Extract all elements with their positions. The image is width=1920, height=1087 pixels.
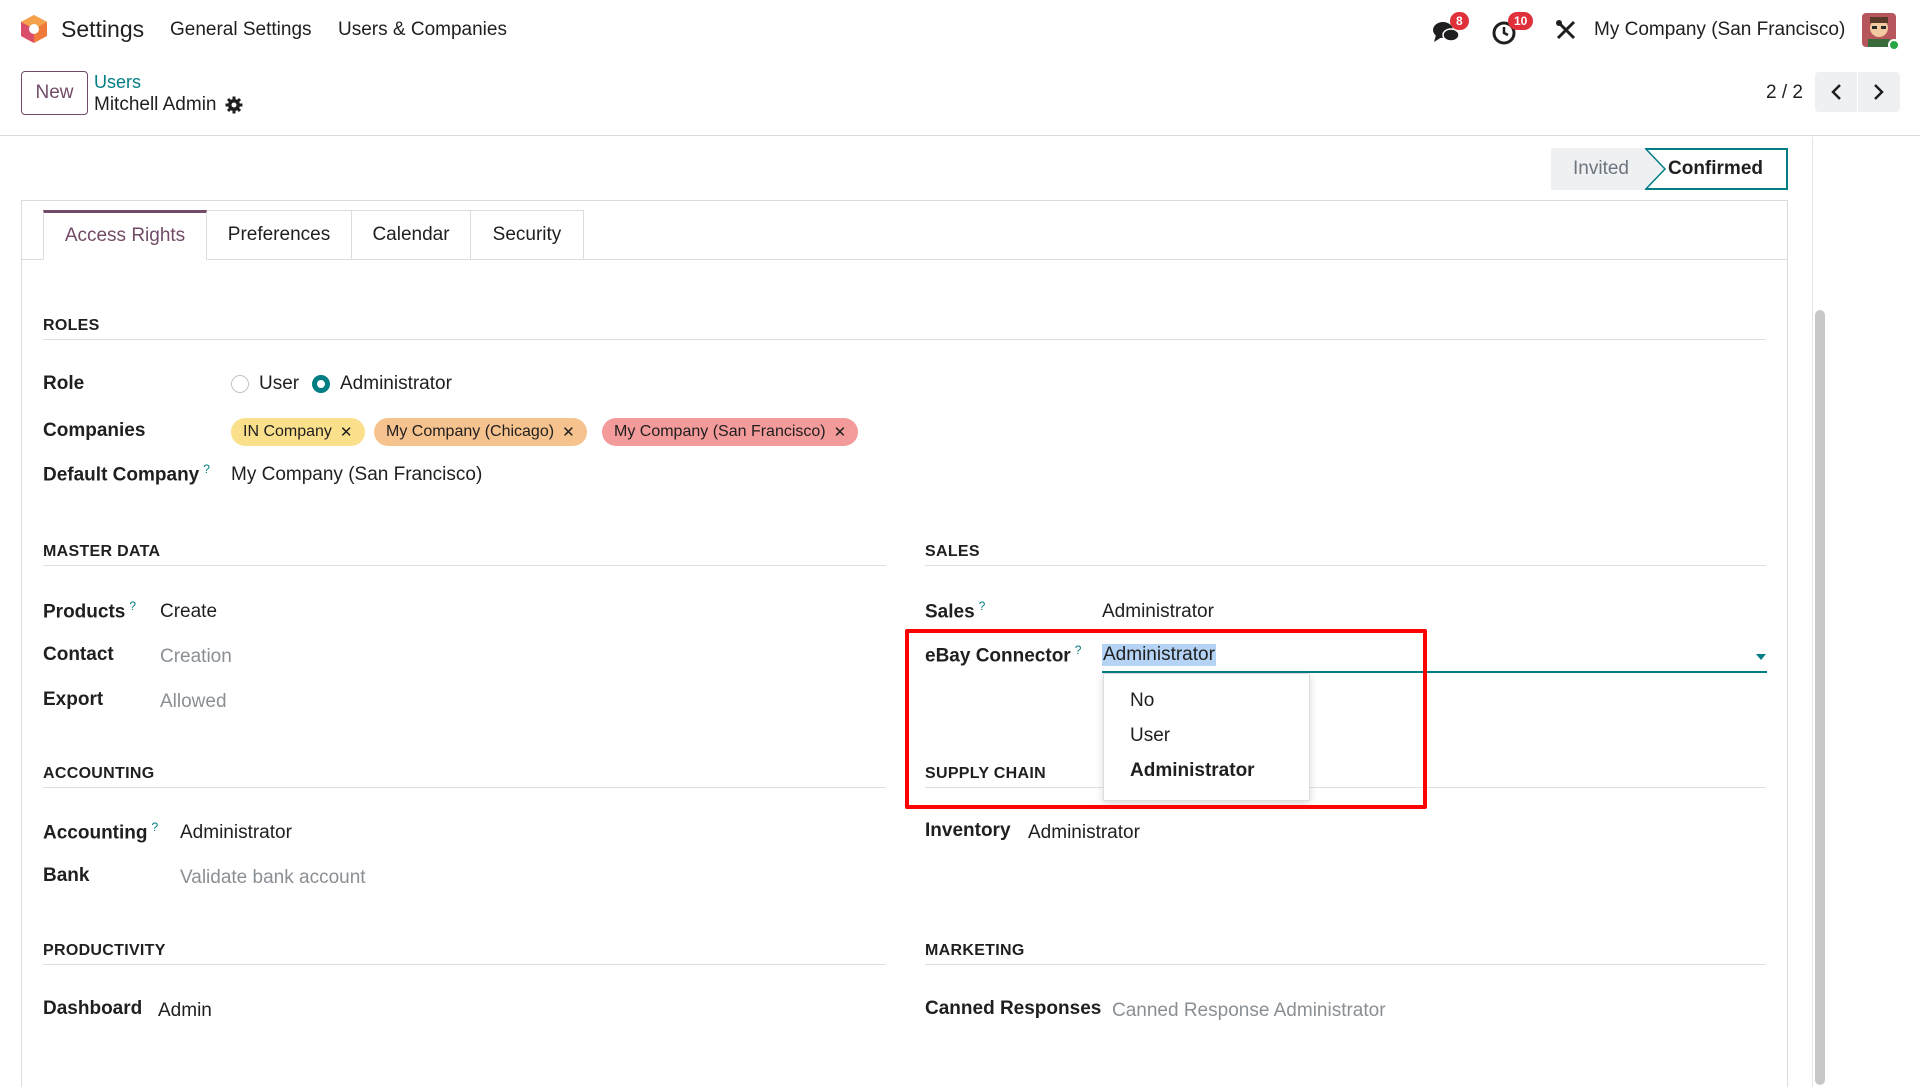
tab-calendar[interactable]: Calendar <box>352 210 471 260</box>
control-panel: New Users Mitchell Admin 2 / 2 <box>0 60 1920 136</box>
tab-preferences[interactable]: Preferences <box>207 210 352 260</box>
section-divider <box>43 339 1766 340</box>
remove-tag-icon[interactable]: ✕ <box>562 423 575 441</box>
status-invited[interactable]: Invited <box>1551 148 1651 190</box>
canned-responses-label: Canned Responses <box>925 998 1102 1019</box>
canned-responses-value[interactable]: Canned Response Administrator <box>1112 1000 1386 1022</box>
role-administrator-radio[interactable] <box>312 375 330 393</box>
company-tag-in: IN Company ✕ <box>231 418 365 446</box>
section-divider <box>43 787 886 788</box>
section-marketing: MARKETING <box>925 942 1025 959</box>
pager-value[interactable]: 2 / 2 <box>1766 82 1803 104</box>
odoo-logo-icon[interactable] <box>20 14 48 44</box>
chat-badge: 8 <box>1450 12 1469 30</box>
company-tag-label: My Company (Chicago) <box>386 423 555 440</box>
scrollbar-thumb[interactable] <box>1815 310 1825 1085</box>
accounting-value[interactable]: Administrator <box>180 822 292 844</box>
default-company-value[interactable]: My Company (San Francisco) <box>231 464 482 486</box>
chat-button[interactable]: 8 <box>1432 12 1469 44</box>
activity-button[interactable]: 10 <box>1492 12 1534 45</box>
inventory-label: Inventory <box>925 820 1011 841</box>
help-icon[interactable]: ? <box>979 599 986 613</box>
section-divider <box>43 565 886 566</box>
online-status-icon <box>1888 39 1900 51</box>
bank-value[interactable]: Validate bank account <box>180 867 366 889</box>
products-value[interactable]: Create <box>160 601 217 623</box>
caret-down-icon[interactable] <box>1756 654 1766 660</box>
dashboard-label: Dashboard <box>43 998 143 1019</box>
company-tag-chicago: My Company (Chicago) ✕ <box>374 418 587 446</box>
section-divider <box>925 964 1766 965</box>
role-user-label[interactable]: User <box>259 373 299 395</box>
company-tag-label: My Company (San Francisco) <box>614 423 826 440</box>
gear-icon[interactable] <box>225 96 243 114</box>
app-title[interactable]: Settings <box>61 16 144 43</box>
remove-tag-icon[interactable]: ✕ <box>834 423 847 441</box>
menu-general-settings[interactable]: General Settings <box>170 19 312 41</box>
pager-next-button[interactable] <box>1858 72 1900 112</box>
inventory-value[interactable]: Administrator <box>1028 822 1140 844</box>
help-icon[interactable]: ? <box>203 462 210 476</box>
dashboard-value[interactable]: Admin <box>158 1000 212 1022</box>
help-icon[interactable]: ? <box>152 820 159 834</box>
sales-value[interactable]: Administrator <box>1102 601 1214 623</box>
section-productivity: PRODUCTIVITY <box>43 942 166 959</box>
default-company-label: Default Company? <box>43 462 210 486</box>
section-sales: SALES <box>925 543 980 560</box>
section-accounting: ACCOUNTING <box>43 765 155 782</box>
export-label: Export <box>43 689 104 710</box>
pager-previous-button[interactable] <box>1815 72 1857 112</box>
companies-label: Companies <box>43 420 146 441</box>
notebook-tabs: Access Rights Preferences Calendar Secur… <box>43 210 584 260</box>
section-divider <box>925 565 1766 566</box>
help-icon[interactable]: ? <box>129 599 136 613</box>
chevron-left-icon <box>1831 84 1841 100</box>
section-divider <box>43 964 886 965</box>
section-master-data: MASTER DATA <box>43 543 161 560</box>
role-administrator-label[interactable]: Administrator <box>340 373 452 395</box>
breadcrumb-current: Mitchell Admin <box>94 94 217 115</box>
products-label: Products? <box>43 599 137 623</box>
accounting-label: Accounting? <box>43 820 159 844</box>
breadcrumb-users[interactable]: Users <box>94 72 141 93</box>
bank-label: Bank <box>43 865 90 886</box>
company-tag-san-francisco: My Company (San Francisco) ✕ <box>602 418 859 446</box>
status-arrow-icon <box>1645 148 1667 190</box>
company-tag-label: IN Company <box>243 423 332 440</box>
contact-value[interactable]: Creation <box>160 646 232 668</box>
company-switcher[interactable]: My Company (San Francisco) <box>1594 19 1845 41</box>
role-user-radio[interactable] <box>231 375 249 393</box>
highlight-box <box>905 629 1427 809</box>
tab-access-rights[interactable]: Access Rights <box>43 210 207 260</box>
user-avatar[interactable] <box>1862 13 1900 51</box>
export-value[interactable]: Allowed <box>160 691 227 713</box>
chevron-right-icon <box>1874 84 1884 100</box>
menu-users-companies[interactable]: Users & Companies <box>338 19 507 41</box>
activity-badge: 10 <box>1508 12 1534 30</box>
remove-tag-icon[interactable]: ✕ <box>340 423 353 441</box>
tab-security[interactable]: Security <box>471 210 584 260</box>
new-button[interactable]: New <box>21 71 88 115</box>
role-label: Role <box>43 373 85 394</box>
contact-label: Contact <box>43 644 114 665</box>
debug-tools-icon[interactable] <box>1555 19 1577 41</box>
section-roles: ROLES <box>43 317 100 334</box>
sales-label: Sales? <box>925 599 986 623</box>
top-navbar: Settings General Settings Users & Compan… <box>0 0 1920 60</box>
